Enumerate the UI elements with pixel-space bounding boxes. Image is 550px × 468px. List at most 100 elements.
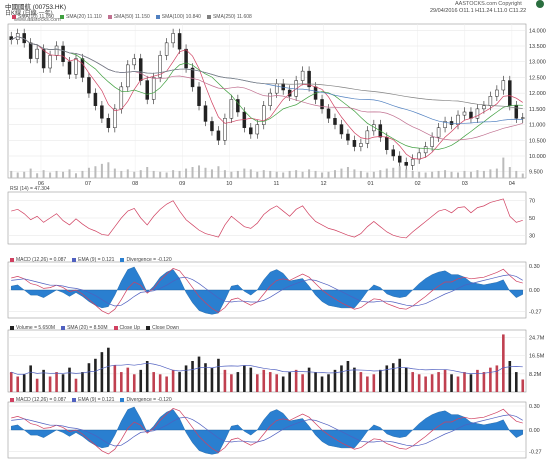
volume-underlay-bar: [243, 168, 246, 178]
candle: [184, 48, 188, 69]
volume-underlay-bar: [159, 171, 162, 178]
y-tick-label: 0.00: [529, 288, 540, 294]
volume-underlay-bar: [301, 171, 304, 178]
volume-bar: [236, 372, 240, 392]
legend-label: SMA (20) = 8.50M: [67, 325, 108, 331]
volume-bar: [35, 378, 39, 392]
x-tick-label: 10: [226, 181, 232, 187]
volume-bar: [158, 374, 162, 392]
candle: [41, 48, 46, 69]
volume-underlay-bar: [346, 167, 349, 178]
legend-swatch: [107, 14, 112, 19]
y-tick-label: 30: [529, 233, 535, 239]
volume-bar: [379, 369, 382, 392]
volume-underlay-bar: [74, 173, 77, 178]
volume-bar: [314, 372, 317, 392]
volume-underlay-bar: [469, 171, 472, 178]
volume-underlay-bar: [405, 169, 408, 178]
candle: [190, 67, 195, 88]
volume-underlay-bar: [94, 166, 97, 178]
y-tick-label: 12.500: [529, 75, 546, 81]
volume-bar: [191, 361, 194, 392]
volume-bar: [29, 365, 32, 392]
y-tick-label: 13.000: [529, 60, 546, 66]
legend-swatch: [155, 14, 160, 19]
volume-underlay-bar: [107, 162, 110, 178]
legend-swatch: [10, 397, 14, 402]
legend-label: Divergence = -0.120: [126, 257, 172, 263]
volume-underlay-bar: [87, 167, 90, 178]
y-tick-label: -0.27: [529, 450, 542, 456]
volume-bar: [307, 367, 311, 392]
y-tick-label: 16.5M: [529, 353, 545, 359]
y-tick-label: 14.000: [529, 28, 546, 34]
volume-bar: [482, 372, 486, 392]
candle: [436, 127, 441, 138]
volume-underlay-bar: [172, 170, 175, 178]
x-tick-label: 07: [85, 181, 91, 187]
volume-bar: [9, 372, 13, 392]
volume-underlay-bar: [372, 171, 375, 178]
volume-underlay-bar: [236, 170, 239, 178]
volume-bar: [113, 365, 117, 392]
volume-bar: [210, 367, 214, 392]
volume-bar: [223, 369, 227, 392]
legend-entry: SMA(20) 11.110: [60, 14, 102, 20]
volume-bar: [275, 374, 279, 392]
candle: [404, 162, 408, 166]
volume-bar: [55, 372, 58, 392]
candle: [274, 83, 279, 94]
legend-entry: Divergence = -0.120: [120, 257, 172, 263]
volume-bar: [333, 369, 337, 392]
volume-bar: [68, 367, 71, 392]
volume-bar: [178, 372, 181, 392]
volume-bar: [320, 376, 324, 392]
volume-underlay-bar: [482, 170, 485, 178]
volume-bar: [502, 334, 505, 392]
volume-bar: [450, 374, 453, 392]
candle: [164, 42, 169, 56]
volume-bar: [171, 369, 175, 392]
candle: [249, 127, 253, 135]
volume-underlay-bar: [392, 167, 395, 178]
y-tick-label: 8.2M: [529, 372, 542, 378]
candle: [346, 133, 350, 141]
candle: [236, 99, 240, 113]
candle: [223, 118, 227, 141]
volume-bar: [230, 374, 233, 392]
volume-bar: [87, 363, 91, 392]
y-tick-label: -0.27: [529, 310, 542, 316]
volume-bar: [340, 365, 343, 392]
volume-underlay-bar: [321, 172, 324, 178]
volume-bar: [417, 374, 421, 392]
legend-swatch: [113, 325, 118, 330]
volume-underlay-bar: [308, 169, 311, 178]
legend-label: SMA(100) 10.840: [161, 14, 201, 20]
legend-entry: EMA (9) = 0.121: [72, 257, 114, 263]
volume-underlay-bar: [502, 157, 505, 178]
volume-underlay-bar: [113, 168, 116, 178]
volume-underlay-bar: [463, 170, 466, 178]
volume-underlay-bar: [444, 170, 447, 178]
volume-underlay-bar: [146, 167, 149, 178]
volume-underlay-bar: [508, 167, 511, 178]
volume-bar: [353, 367, 356, 392]
volume-underlay-bar: [314, 170, 317, 178]
y-tick-label: 0.30: [529, 404, 540, 410]
volume-underlay-bar: [521, 173, 524, 178]
volume-underlay-bar: [29, 168, 32, 178]
volume-underlay-bar: [36, 173, 39, 178]
legend-entry: SMA (20) = 8.50M: [61, 325, 108, 331]
candle: [106, 118, 111, 128]
volume-underlay-bar: [120, 170, 123, 178]
volume-underlay-bar: [366, 172, 369, 178]
volume-bar: [301, 374, 304, 392]
volume-underlay-bar: [450, 171, 453, 178]
legend-swatch: [120, 257, 125, 262]
legend-entry: SMA(100) 10.840: [155, 14, 201, 20]
legend-label: Close Down: [152, 325, 180, 331]
legend-label: MACD (12,26) = 0.087: [16, 257, 67, 263]
volume-bar: [262, 369, 266, 392]
candle: [339, 124, 344, 135]
volume-underlay-bar: [198, 165, 201, 178]
